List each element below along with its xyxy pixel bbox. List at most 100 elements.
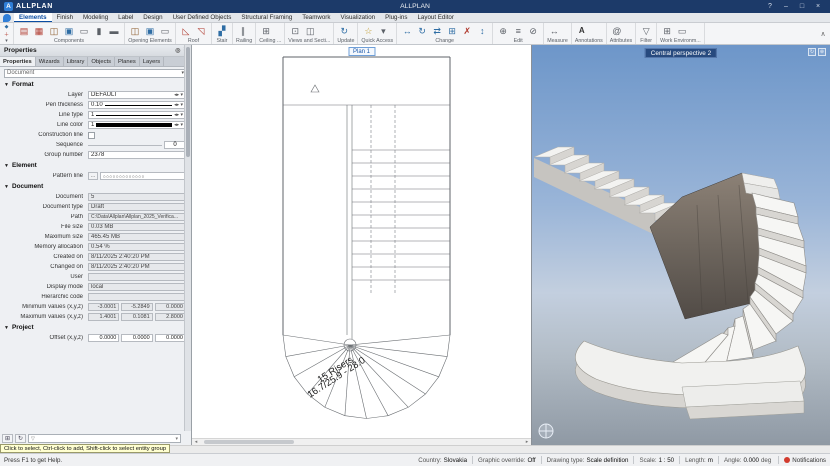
panel-tool-grid-icon[interactable]: ⊞ [2,434,13,443]
column-icon[interactable]: ▮ [92,24,106,38]
line-color-combo[interactable]: 1 ◂▸ ▾ [88,121,186,129]
view-icon[interactable]: ⊡ [288,24,302,38]
offset-z-field[interactable]: 0.0000 [154,334,186,342]
orbit-icon[interactable]: ↻ [808,48,816,56]
maximize-button[interactable]: □ [794,0,810,13]
railing-icon[interactable]: ∥ [236,24,250,38]
scale-value[interactable]: 1 : 50 [659,457,674,464]
section-element[interactable]: ▼ Element [0,160,191,171]
length-value[interactable]: m [708,457,713,464]
sequence-value[interactable]: 0 [164,141,186,149]
pattern-picker-button[interactable]: … [88,172,98,180]
tab-wizards[interactable]: Wizards [36,57,64,66]
help-button[interactable]: ? [762,0,778,13]
tab-layers[interactable]: Layers [140,57,165,66]
door-icon[interactable]: ◫ [47,24,61,38]
move-icon[interactable]: ↔ [400,24,414,38]
minimize-button[interactable]: – [778,0,794,13]
country-value[interactable]: Slovakia [444,457,467,464]
mirror-icon[interactable]: ⇄ [430,24,444,38]
delete-icon[interactable]: ✗ [460,24,474,38]
workenv-icon[interactable]: ⊞ [660,24,674,38]
menu-modeling[interactable]: Modeling [78,13,113,22]
offset-y-field[interactable]: 0.0000 [121,334,153,342]
wall-icon[interactable]: ▤ [17,24,31,38]
menu-visualization[interactable]: Visualization [335,13,380,22]
plan-viewport[interactable]: Plan 1 15 Risers 16.7/25.9 - 28.0 ◂ ▸ [192,45,532,445]
menu-elements[interactable]: Elements [14,13,52,22]
rotate-icon[interactable]: ↻ [415,24,429,38]
menu-structural-framing[interactable]: Structural Framing [236,13,297,22]
notifications-button[interactable]: Notifications [784,457,826,464]
text-icon[interactable]: A [575,24,589,38]
recess-icon[interactable]: ▭ [158,24,172,38]
mini-toolbar-icon-2[interactable]: ＋ [2,31,11,38]
opening-icon[interactable]: ▭ [77,24,91,38]
layer-spin-icons[interactable]: ◂▸ ▾ [174,92,183,98]
scroll-left-icon[interactable]: ◂ [192,439,200,445]
update-icon[interactable]: ↻ [337,24,351,38]
scroll-right-icon[interactable]: ▸ [523,439,531,445]
menu-layout-editor[interactable]: Layout Editor [412,13,458,22]
mini-toolbar-icon-3[interactable]: ▾ [2,38,11,44]
window-opening-icon[interactable]: ▣ [143,24,157,38]
tab-library[interactable]: Library [64,57,89,66]
menu-teamwork[interactable]: Teamwork [297,13,335,22]
section-format[interactable]: ▼ Format [0,79,191,90]
menu-design[interactable]: Design [138,13,167,22]
entities-icon[interactable]: ≡ [511,24,525,38]
attributes-icon[interactable]: @ [610,24,624,38]
pen-thickness-combo[interactable]: 0.10 ◂▸ ▾ [88,101,186,109]
menu-finish[interactable]: Finish [52,13,79,22]
door-opening-icon[interactable]: ◫ [128,24,142,38]
section-project[interactable]: ▼ Project [0,322,191,333]
line-color-spin-icons[interactable]: ◂▸ ▾ [174,122,183,128]
pen-spin-icons[interactable]: ◂▸ ▾ [174,102,183,108]
graphic-override-value[interactable]: Off [527,457,535,464]
pin-icon[interactable]: ◎ [175,47,180,54]
line-type-combo[interactable]: 1 ◂▸ ▾ [88,111,186,119]
selection-dropdown[interactable]: Document ▾ [4,68,187,78]
monitor-icon[interactable]: ▭ [675,24,689,38]
panel-filter-combo[interactable]: ▽ ▾ [28,434,181,443]
upstand-icon[interactable]: ▦ [32,24,46,38]
scroll-thumb[interactable] [204,440,294,444]
pattern-line-field[interactable]: ○○○○○○○○○○○○○ [100,172,186,180]
menu-label[interactable]: Label [113,13,138,22]
panel-tool-refresh-icon[interactable]: ↻ [15,434,26,443]
quick-access-more-icon[interactable]: ▾ [376,24,390,38]
stretch-icon[interactable]: ↕ [475,24,489,38]
roof-plane-icon[interactable]: ◺ [179,24,193,38]
trim-icon[interactable]: ⊘ [526,24,540,38]
close-button[interactable]: × [810,0,826,13]
copy-icon[interactable]: ⊞ [445,24,459,38]
plan-view-tab[interactable]: Plan 1 [347,47,376,56]
measure-icon[interactable]: ↔ [547,24,561,38]
perspective-viewport[interactable]: Central perspective 2 ↻ ⊕ [532,45,830,445]
stair-icon[interactable]: ▞ [215,24,229,38]
favorites-icon[interactable]: ☆ [361,24,375,38]
panel-scrollbar[interactable] [184,45,191,431]
plan-horizontal-scrollbar[interactable]: ◂ ▸ [192,438,531,445]
offset-x-field[interactable]: 0.0000 [88,334,120,342]
menu-plugins[interactable]: Plug-ins [380,13,412,22]
line-type-spin-icons[interactable]: ◂▸ ▾ [174,112,183,118]
collapse-ribbon-icon[interactable]: ∧ [816,23,830,44]
tab-properties[interactable]: Properties [0,57,36,66]
zoom-icon[interactable]: ⊕ [818,48,826,56]
perspective-view-tab[interactable]: Central perspective 2 [644,48,718,58]
modify-icon[interactable]: ⊕ [496,24,510,38]
allplan-droplet-icon[interactable] [3,14,11,22]
tab-planes[interactable]: Planes [115,57,140,66]
filter-icon[interactable]: ▽ [639,24,653,38]
section-document[interactable]: ▼ Document [0,181,191,192]
group-number-field[interactable]: 2378 [88,151,186,159]
slab-icon[interactable]: ▬ [107,24,121,38]
layer-combo[interactable]: DEFAULT ◂▸ ▾ [88,91,186,99]
window-icon[interactable]: ▣ [62,24,76,38]
menu-user-defined-objects[interactable]: User Defined Objects [168,13,237,22]
sequence-slider[interactable] [88,144,162,146]
roof-frame-icon[interactable]: ◹ [194,24,208,38]
angle-value[interactable]: 0.000 [743,457,758,464]
mini-toolbar-icon-1[interactable]: ◆ [2,24,11,30]
